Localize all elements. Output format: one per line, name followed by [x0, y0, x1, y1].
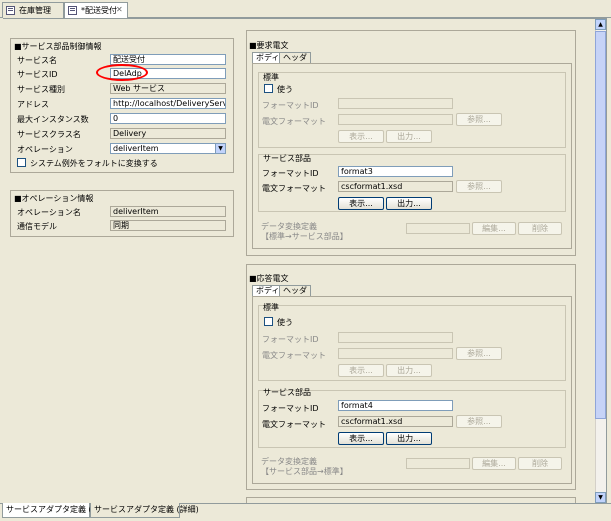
- response-delete-button[interactable]: 削除: [518, 457, 562, 470]
- request-std-format-label: 電文フォーマット: [262, 117, 326, 126]
- service-type-field: Web サービス: [110, 83, 226, 94]
- request-edit-button[interactable]: 編集...: [472, 222, 516, 235]
- scroll-up-arrow-icon[interactable]: ▲: [595, 19, 606, 30]
- tab-delivery[interactable]: *配送受付 ✕: [64, 2, 128, 19]
- address-label: アドレス: [17, 100, 49, 109]
- service-id-label: サービスID: [17, 70, 58, 79]
- response-tab-header[interactable]: ヘッダ: [279, 285, 311, 296]
- request-std-format-id-field: [338, 98, 453, 109]
- response-parts-format-field: cscformat1.xsd: [338, 416, 453, 427]
- dropdown-arrow-icon[interactable]: ▼: [215, 144, 225, 153]
- response-std-format-id-label: フォーマットID: [262, 335, 319, 344]
- annotation-ellipse: [96, 64, 148, 81]
- request-delete-button[interactable]: 削除: [518, 222, 562, 235]
- control-info-title: ■サービス部品制御情報: [14, 42, 102, 51]
- request-standard-title: 標準: [263, 73, 279, 82]
- response-std-format-label: 電文フォーマット: [262, 351, 326, 360]
- request-parts-browse-button[interactable]: 参照...: [456, 180, 502, 193]
- response-parts-title: サービス部品: [263, 388, 311, 397]
- tab-delivery-label: *配送受付: [81, 6, 117, 15]
- operation-label: オペレーション: [17, 145, 73, 154]
- max-instances-label: 最大インスタンス数: [17, 115, 89, 124]
- operation-info-title: ■オペレーション情報: [14, 194, 94, 203]
- class-name-label: サービスクラス名: [17, 130, 81, 139]
- class-name-field: Delivery: [110, 128, 226, 139]
- request-parts-format-id-field[interactable]: format3: [338, 166, 453, 177]
- tab-inventory[interactable]: 在庫管理: [2, 2, 64, 18]
- operation-name-label: オペレーション名: [17, 208, 81, 217]
- response-parts-browse-button[interactable]: 参照...: [456, 415, 502, 428]
- response-standard-title: 標準: [263, 303, 279, 312]
- request-std-browse-button[interactable]: 参照...: [456, 113, 502, 126]
- address-field[interactable]: http://localhost/DeliveryServiceWeb/s: [110, 98, 226, 109]
- request-title: ■要求電文: [249, 41, 289, 50]
- request-std-output-button[interactable]: 出力...: [386, 130, 432, 143]
- editor-icon: [68, 6, 77, 15]
- max-instances-field[interactable]: 0: [110, 113, 226, 124]
- response-parts-show-button[interactable]: 表示...: [338, 432, 384, 445]
- service-type-label: サービス種別: [17, 85, 65, 94]
- editor-icon: [6, 6, 15, 15]
- operation-name-field: deliverItem: [110, 206, 226, 217]
- response-parts-format-label: 電文フォーマット: [262, 420, 326, 429]
- request-use-checkbox[interactable]: [264, 84, 273, 93]
- close-icon[interactable]: ✕: [116, 5, 123, 14]
- response-std-output-button[interactable]: 出力...: [386, 364, 432, 377]
- comm-model-field: 同期: [110, 220, 226, 231]
- scroll-down-arrow-icon[interactable]: ▼: [595, 492, 606, 503]
- request-use-label: 使う: [277, 85, 293, 94]
- tab-adapter-basic[interactable]: サービスアダプタ定義 (基本): [2, 503, 111, 518]
- request-std-format-id-label: フォーマットID: [262, 101, 319, 110]
- response-parts-output-button[interactable]: 出力...: [386, 432, 432, 445]
- response-parts-format-id-label: フォーマットID: [262, 404, 319, 413]
- service-name-label: サービス名: [17, 56, 57, 65]
- request-std-format-field: [338, 114, 453, 125]
- request-parts-format-id-label: フォーマットID: [262, 169, 319, 178]
- request-std-show-button[interactable]: 表示...: [338, 130, 384, 143]
- response-std-show-button[interactable]: 表示...: [338, 364, 384, 377]
- response-parts-format-id-field[interactable]: format4: [338, 400, 453, 411]
- response-title: ■応答電文: [249, 274, 289, 283]
- tab-adapter-detail[interactable]: サービスアダプタ定義 (詳細): [90, 503, 199, 518]
- request-conversion-label-2: 【標準→サービス部品】: [261, 232, 348, 241]
- request-tab-header[interactable]: ヘッダ: [279, 52, 311, 63]
- response-conversion-label-2: 【サービス部品→標準】: [261, 467, 348, 476]
- response-conversion-field: [406, 458, 470, 469]
- response-use-label: 使う: [277, 318, 293, 327]
- scrollbar-thumb[interactable]: [595, 31, 606, 419]
- response-edit-button[interactable]: 編集...: [472, 457, 516, 470]
- response-std-browse-button[interactable]: 参照...: [456, 347, 502, 360]
- request-conversion-field: [406, 223, 470, 234]
- fault-checkbox[interactable]: [17, 158, 26, 167]
- response-std-format-field: [338, 348, 453, 359]
- request-parts-title: サービス部品: [263, 154, 311, 163]
- response-use-checkbox[interactable]: [264, 317, 273, 326]
- tab-inventory-label: 在庫管理: [19, 6, 51, 15]
- fault-checkbox-label: システム例外をフォルトに変換する: [30, 159, 158, 168]
- operation-select[interactable]: deliverItem: [110, 143, 226, 154]
- request-parts-format-label: 電文フォーマット: [262, 184, 326, 193]
- comm-model-label: 通信モデル: [17, 222, 57, 231]
- response-std-format-id-field: [338, 332, 453, 343]
- request-parts-output-button[interactable]: 出力...: [386, 197, 432, 210]
- request-parts-format-field: cscformat1.xsd: [338, 181, 453, 192]
- request-parts-show-button[interactable]: 表示...: [338, 197, 384, 210]
